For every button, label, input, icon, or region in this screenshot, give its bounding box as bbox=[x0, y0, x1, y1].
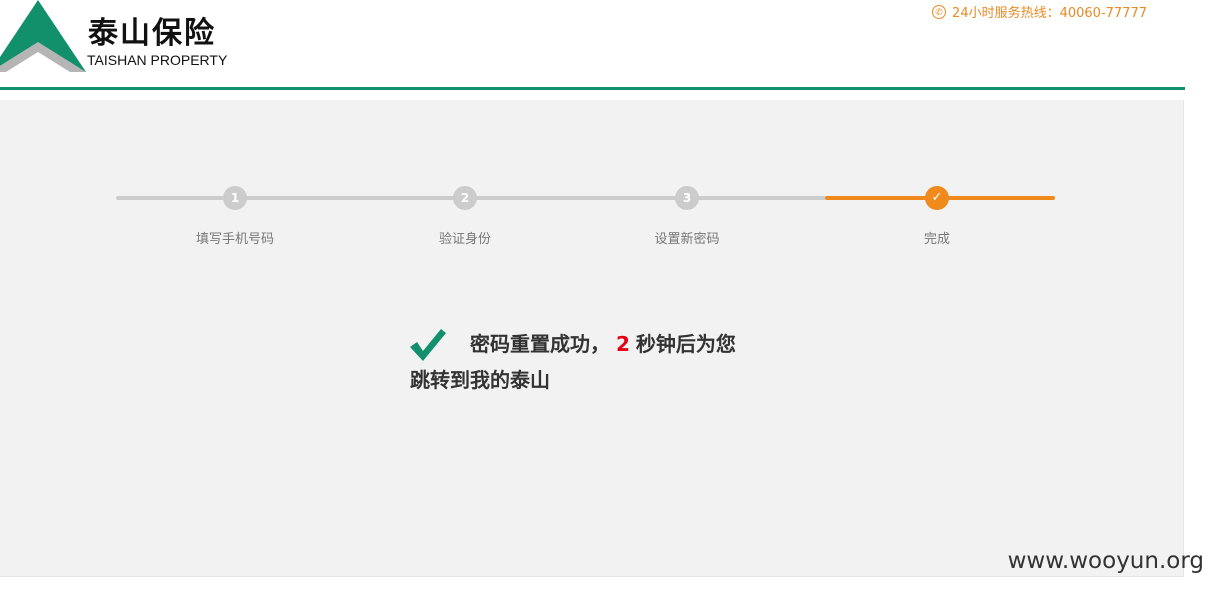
mountain-logo-icon bbox=[0, 0, 86, 72]
header-divider bbox=[0, 87, 1185, 90]
step-2-circle: 2 bbox=[453, 186, 477, 210]
countdown-seconds: 2 bbox=[616, 332, 630, 356]
step-4: ✓ 完成 bbox=[867, 186, 1007, 256]
success-text: 密码重置成功， bbox=[470, 332, 610, 356]
step-3-circle: 3 bbox=[675, 186, 699, 210]
step-1-circle: 1 bbox=[223, 186, 247, 210]
success-message-line2: 跳转到我的泰山 bbox=[410, 368, 550, 392]
success-message-line1: 密码重置成功， 2 秒钟后为您 bbox=[470, 328, 736, 357]
step-1-label: 填写手机号码 bbox=[195, 232, 274, 247]
phone-icon: ✆ bbox=[932, 4, 947, 19]
step-1: 1 填写手机号码 bbox=[165, 186, 305, 256]
service-hotline: ✆ 24小时服务热线：40060-77777 bbox=[932, 2, 1147, 21]
step-4-check-icon: ✓ bbox=[925, 186, 949, 210]
content-panel: 1 填写手机号码 2 验证身份 3 设置新密码 ✓ 完成 密码重置成功， 2 秒钟后… bbox=[0, 100, 1184, 577]
redirect-text: 秒钟后为您 bbox=[635, 332, 736, 356]
watermark: www.wooyun.org bbox=[1007, 548, 1204, 574]
step-3-label: 设置新密码 bbox=[654, 232, 720, 247]
progress-steps: 1 填写手机号码 2 验证身份 3 设置新密码 ✓ 完成 bbox=[0, 100, 1184, 260]
hotline-text: 24小时服务热线：40060-77777 bbox=[952, 6, 1147, 21]
step-4-label: 完成 bbox=[923, 232, 950, 247]
step-2: 2 验证身份 bbox=[395, 186, 535, 256]
logo-english-name: TAISHAN PROPERTY bbox=[87, 52, 228, 68]
success-check-icon bbox=[410, 329, 446, 361]
header: 泰山保险 TAISHAN PROPERTY ✆ 24小时服务热线：40060-7… bbox=[0, 0, 1185, 88]
step-3: 3 设置新密码 bbox=[617, 186, 757, 256]
logo-chinese-name: 泰山保险 bbox=[88, 16, 216, 51]
logo[interactable]: 泰山保险 TAISHAN PROPERTY bbox=[0, 0, 240, 72]
step-2-label: 验证身份 bbox=[438, 232, 491, 247]
